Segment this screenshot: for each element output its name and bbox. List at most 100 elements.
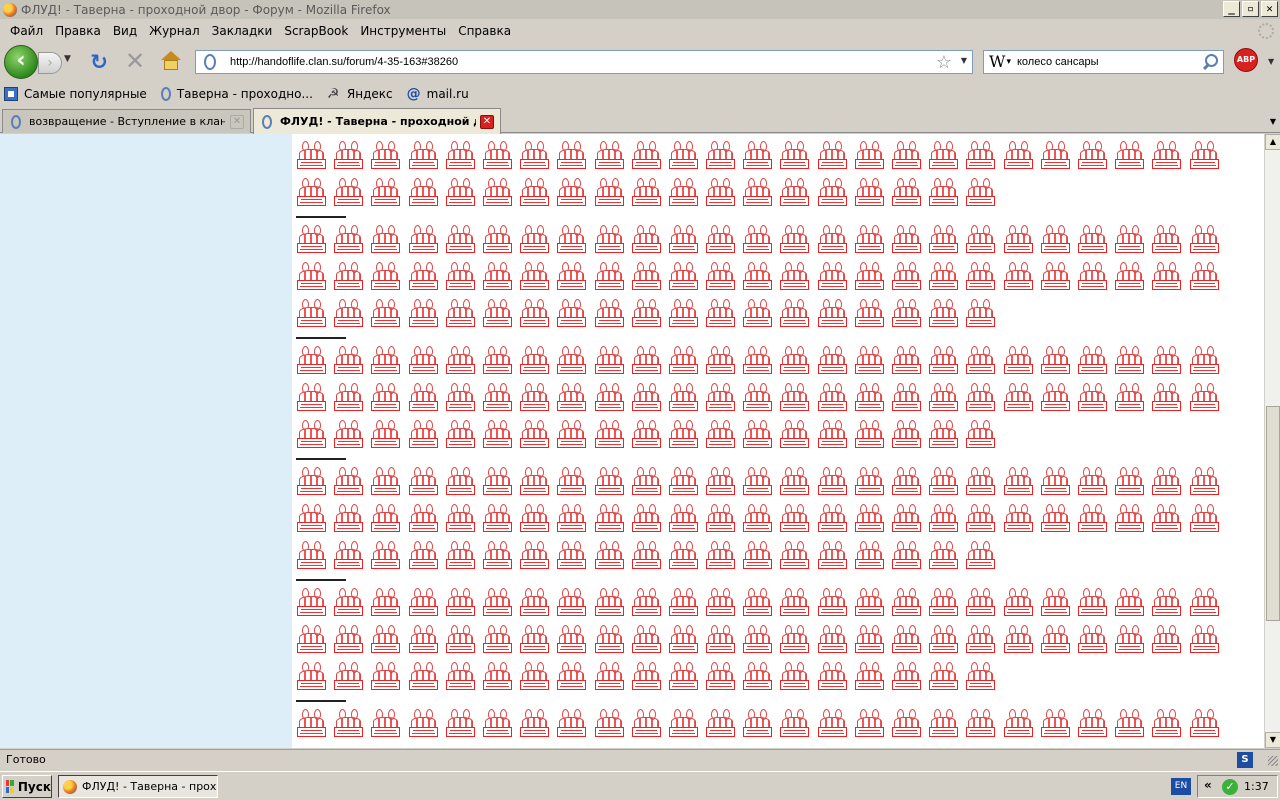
bunny-sticker-icon	[1114, 382, 1145, 413]
bunny-sticker-icon	[705, 345, 736, 376]
post-separator	[296, 577, 346, 587]
bookmark-mailru[interactable]: @ mail.ru	[407, 87, 469, 101]
bunny-sticker-icon	[891, 624, 922, 655]
menu-file[interactable]: Файл	[4, 24, 49, 38]
home-icon	[161, 51, 181, 60]
bunny-sticker-icon	[928, 140, 959, 171]
bunny-sticker-icon	[742, 177, 773, 208]
sticker-row	[296, 345, 1236, 382]
site-icon	[160, 87, 171, 101]
bunny-sticker-icon	[705, 624, 736, 655]
bunny-sticker-icon	[1189, 708, 1220, 739]
start-button[interactable]: Пуск	[2, 775, 52, 798]
history-dropdown-icon[interactable]: ▼	[64, 54, 71, 64]
bunny-sticker-icon	[742, 224, 773, 255]
bunny-sticker-icon	[594, 382, 625, 413]
menu-scrapbook[interactable]: ScrapBook	[278, 24, 354, 38]
tab-clan-entry[interactable]: возвращение - Вступление в клан - п... ✕	[2, 109, 251, 133]
home-button[interactable]	[160, 50, 182, 72]
stop-button[interactable]: ✕	[124, 47, 146, 75]
url-input[interactable]: http://handoflife.clan.su/forum/4-35-163…	[230, 56, 458, 68]
close-tab-icon[interactable]: ✕	[480, 115, 494, 129]
menu-help[interactable]: Справка	[452, 24, 517, 38]
minimize-button[interactable]: _	[1223, 1, 1240, 17]
bunny-sticker-icon	[779, 345, 810, 376]
bunny-sticker-icon	[296, 298, 327, 329]
tab-list-dropdown-icon[interactable]: ▼	[1270, 117, 1276, 126]
url-dropdown-icon[interactable]: ▼	[961, 56, 967, 65]
search-icon[interactable]	[1201, 53, 1219, 71]
bunny-sticker-icon	[1077, 140, 1108, 171]
post-separator	[296, 698, 346, 708]
bookmark-star-icon[interactable]: ☆	[936, 52, 952, 73]
bunny-sticker-icon	[519, 419, 550, 450]
maximize-button[interactable]: ▫	[1242, 1, 1259, 17]
forum-side-panel	[0, 134, 292, 748]
network-tray-icon[interactable]: ✓	[1222, 779, 1238, 795]
menu-bookmarks[interactable]: Закладки	[206, 24, 279, 38]
search-input[interactable]: колесо сансары	[1017, 56, 1098, 68]
resize-grip[interactable]	[1268, 756, 1278, 766]
bunny-sticker-icon	[333, 382, 364, 413]
forward-button[interactable]: ›	[38, 52, 62, 74]
stop-icon: ✕	[124, 47, 146, 75]
bunny-sticker-icon	[965, 298, 996, 329]
bunny-sticker-icon	[965, 624, 996, 655]
bunny-sticker-icon	[594, 261, 625, 292]
scroll-up-icon[interactable]: ▲	[1265, 134, 1280, 150]
bunny-sticker-icon	[817, 261, 848, 292]
menu-tools[interactable]: Инструменты	[354, 24, 452, 38]
bunny-sticker-icon	[668, 540, 699, 571]
menu-history[interactable]: Журнал	[143, 24, 206, 38]
bunny-sticker-icon	[668, 503, 699, 534]
vertical-scrollbar[interactable]: ▲ ▼	[1264, 134, 1280, 748]
wikipedia-search-engine-icon[interactable]: W	[987, 52, 1015, 72]
sticker-row	[296, 224, 1236, 261]
bunny-sticker-icon	[891, 466, 922, 497]
bunny-sticker-icon	[742, 708, 773, 739]
reload-button[interactable]: ↻	[88, 51, 110, 73]
bunny-sticker-icon	[928, 177, 959, 208]
bunny-sticker-icon	[1189, 224, 1220, 255]
bunny-sticker-icon	[817, 466, 848, 497]
scrollbar-thumb[interactable]	[1266, 406, 1280, 621]
bunny-sticker-icon	[854, 587, 885, 618]
tray-expand-icon[interactable]: «	[1204, 778, 1212, 792]
bunny-sticker-icon	[370, 708, 401, 739]
scrapbook-status-icon[interactable]: S	[1237, 752, 1253, 768]
tab-flood[interactable]: ФЛУД! - Таверна - проходной д... ✕	[253, 108, 501, 134]
bunny-sticker-icon	[556, 708, 587, 739]
menu-edit[interactable]: Правка	[49, 24, 107, 38]
bookmark-most-visited[interactable]: Самые популярные	[4, 87, 147, 101]
back-button[interactable]: ‹	[4, 45, 38, 79]
menu-view[interactable]: Вид	[107, 24, 143, 38]
adblock-plus-button[interactable]: ABP	[1234, 48, 1258, 72]
bunny-sticker-icon	[296, 177, 327, 208]
bunny-sticker-icon	[965, 466, 996, 497]
search-bar[interactable]: W колесо сансары	[983, 50, 1224, 74]
close-tab-icon[interactable]: ✕	[230, 115, 244, 129]
bunny-sticker-icon	[408, 587, 439, 618]
bunny-sticker-icon	[854, 177, 885, 208]
bunny-sticker-icon	[965, 503, 996, 534]
scroll-down-icon[interactable]: ▼	[1265, 732, 1280, 748]
bunny-sticker-icon	[668, 261, 699, 292]
bunny-sticker-icon	[408, 503, 439, 534]
adblock-dropdown-icon[interactable]: ▼	[1268, 57, 1274, 66]
bunny-sticker-icon	[1114, 345, 1145, 376]
bunny-sticker-icon	[556, 624, 587, 655]
language-indicator[interactable]: EN	[1171, 778, 1191, 795]
tab-label: ФЛУД! - Таверна - проходной д...	[280, 115, 476, 128]
bunny-sticker-icon	[705, 466, 736, 497]
site-identity-icon[interactable]	[204, 54, 216, 70]
most-visited-icon	[4, 87, 18, 101]
url-bar[interactable]: http://handoflife.clan.su/forum/4-35-163…	[195, 50, 973, 74]
bookmark-tavern[interactable]: Таверна - проходно...	[160, 87, 313, 101]
bunny-sticker-icon	[445, 624, 476, 655]
close-button[interactable]: ✕	[1261, 1, 1278, 17]
bookmark-yandex[interactable]: ☭ Яндекс	[327, 87, 393, 101]
bunny-sticker-icon	[556, 261, 587, 292]
bunny-sticker-icon	[779, 140, 810, 171]
bunny-sticker-icon	[556, 540, 587, 571]
taskbar-firefox-button[interactable]: ФЛУД! - Таверна - прох...	[58, 775, 218, 798]
